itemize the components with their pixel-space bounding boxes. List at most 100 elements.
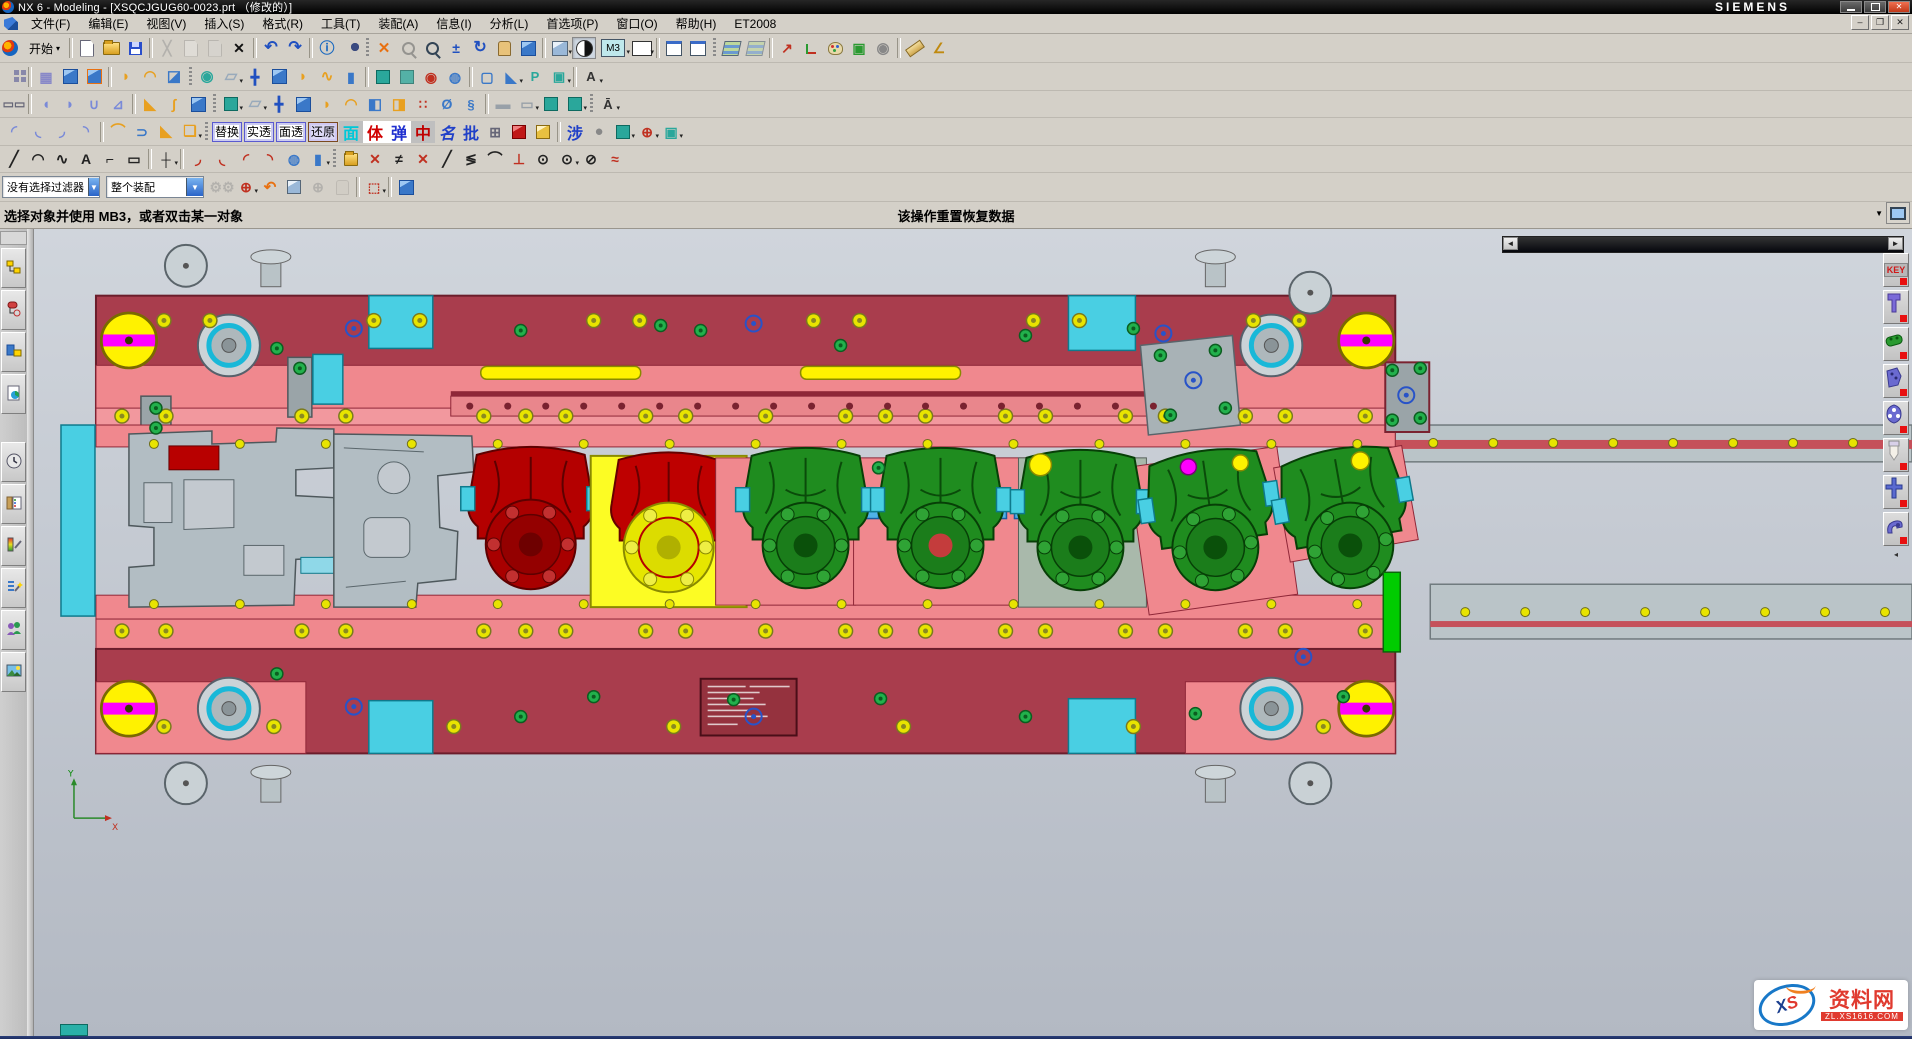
pattern-icon[interactable]: ∷ xyxy=(411,93,435,115)
scroll-right-button[interactable]: ► xyxy=(1888,237,1903,250)
subtract-icon[interactable] xyxy=(395,66,419,88)
information-icon[interactable]: ⓘ xyxy=(315,37,339,59)
dowel-fastener[interactable] xyxy=(873,462,885,474)
boltS-fastener[interactable] xyxy=(1881,608,1890,617)
toolbar-drag-handle[interactable] xyxy=(205,122,208,142)
boltS-fastener[interactable] xyxy=(407,600,416,609)
datum2-icon[interactable]: ╋ xyxy=(267,93,291,115)
pan-sel-icon[interactable] xyxy=(330,176,354,198)
teal-b-icon[interactable]: ▾ xyxy=(563,93,587,115)
boltY-fastener[interactable] xyxy=(587,314,601,328)
resource-scene-icon[interactable] xyxy=(1,652,26,692)
flange-g-icon[interactable]: ◣ xyxy=(154,121,178,143)
pilot-yellow-2[interactable] xyxy=(1232,455,1248,471)
boltY-fastener[interactable] xyxy=(667,720,681,734)
intersect-curve-icon[interactable]: ⊥ xyxy=(507,148,531,170)
dowel-fastener[interactable] xyxy=(1337,691,1349,703)
boltS-fastener[interactable] xyxy=(1095,600,1104,609)
dowel-fastener[interactable] xyxy=(271,668,283,680)
boltS-fastener[interactable] xyxy=(1581,608,1590,617)
holeD-fastener[interactable] xyxy=(998,403,1005,410)
replace-view-icon[interactable]: ▣ xyxy=(847,37,871,59)
boltY-fastener[interactable] xyxy=(679,409,693,423)
datum-plane-icon[interactable]: ▱▾ xyxy=(219,66,243,88)
strip-sheet-a[interactable] xyxy=(129,428,337,607)
delete-icon[interactable]: ✕ xyxy=(227,37,251,59)
resource-constraint-navigator-icon[interactable] xyxy=(1,290,26,330)
offset-curve-icon[interactable]: ≶ xyxy=(459,148,483,170)
boltS-fastener[interactable] xyxy=(1641,608,1650,617)
auto-dimension-icon[interactable]: A▾ xyxy=(579,66,603,88)
boltY-fastener[interactable] xyxy=(1026,314,1040,328)
material-icon[interactable]: ◉ xyxy=(871,37,895,59)
boltY-fastener[interactable] xyxy=(447,720,461,734)
dowel-fastener[interactable] xyxy=(150,402,162,414)
boltY-fastener[interactable] xyxy=(1292,314,1306,328)
holeD-fastener[interactable] xyxy=(846,403,853,410)
circle-2-icon[interactable]: ⊙▾ xyxy=(555,148,579,170)
extrude-icon[interactable] xyxy=(267,66,291,88)
measure-angle-icon[interactable]: ∠ xyxy=(927,37,951,59)
menu-item-10[interactable]: 窗口(O) xyxy=(607,16,666,32)
holeD-fastener[interactable] xyxy=(1112,403,1119,410)
insert-template-button[interactable] xyxy=(1883,327,1909,361)
circle-1-icon[interactable]: ⊙ xyxy=(531,148,555,170)
extrude2-icon[interactable] xyxy=(291,93,315,115)
rectangle-icon[interactable]: ▭ xyxy=(122,148,146,170)
mdi-close-button[interactable]: ✕ xyxy=(1891,15,1909,30)
sheet-icon[interactable]: ◪ xyxy=(162,66,186,88)
layer-settings-icon[interactable] xyxy=(719,37,743,59)
boltS-fastener[interactable] xyxy=(321,600,330,609)
boltS-fastener[interactable] xyxy=(751,600,760,609)
tilted-gauge-plate[interactable] xyxy=(1140,335,1240,435)
box-dd-icon[interactable]: ▣▾ xyxy=(659,121,683,143)
toolbar-drag-handle[interactable] xyxy=(333,149,336,169)
boltY-fastener[interactable] xyxy=(295,409,309,423)
boltS-fastener[interactable] xyxy=(1181,439,1190,448)
new-part-icon[interactable] xyxy=(75,37,99,59)
boltY-fastener[interactable] xyxy=(477,409,491,423)
pair-rect-icon[interactable]: ▭▭ xyxy=(2,93,26,115)
toolbar-drag-handle[interactable] xyxy=(213,94,216,114)
face-transparent-button[interactable]: 面透 xyxy=(276,122,306,142)
toolbar-drag-handle[interactable] xyxy=(189,67,192,87)
cylinder-icon[interactable]: ▮▾ xyxy=(306,148,330,170)
boltS-fastener[interactable] xyxy=(1095,439,1104,448)
close-button[interactable]: ✕ xyxy=(1888,1,1910,13)
boltY-fastener[interactable] xyxy=(1238,409,1252,423)
boltY-fastener[interactable] xyxy=(853,314,867,328)
point-icon[interactable]: ┼▾ xyxy=(154,148,178,170)
arc-icon[interactable]: ◠ xyxy=(26,148,50,170)
boltS-fastener[interactable] xyxy=(235,600,244,609)
boltY-fastener[interactable] xyxy=(1118,624,1132,638)
bend-3-icon[interactable]: ∪ xyxy=(82,93,106,115)
show-vector-icon[interactable]: ↗ xyxy=(775,37,799,59)
dowel-fastener[interactable] xyxy=(1019,330,1031,342)
bend-4-icon[interactable]: ⊿ xyxy=(106,93,130,115)
boltY-fastener[interactable] xyxy=(519,624,533,638)
through-curves-icon[interactable]: ◟ xyxy=(26,121,50,143)
red-cube-icon[interactable] xyxy=(507,121,531,143)
fold-icon[interactable]: ◣ xyxy=(138,93,162,115)
save-icon[interactable] xyxy=(123,37,147,59)
lower-die-plate[interactable] xyxy=(96,619,1395,753)
fillet-1-icon[interactable]: ◞ xyxy=(186,148,210,170)
sweep-b-icon[interactable]: ◠ xyxy=(138,66,162,88)
holeD-fastener[interactable] xyxy=(808,403,815,410)
boltY-fastener[interactable] xyxy=(839,624,853,638)
sweep-g1-icon[interactable]: ◗ xyxy=(315,93,339,115)
resource-system-materials-icon[interactable] xyxy=(1,484,26,524)
docked-bar[interactable]: ◄ ► xyxy=(1502,236,1904,253)
rotate-wcs-icon[interactable]: ⊕ xyxy=(306,176,330,198)
key-doc-icon[interactable] xyxy=(339,148,363,170)
mdi-restore-button[interactable]: ❐ xyxy=(1871,15,1889,30)
marquee-select-icon[interactable]: ⬚▾ xyxy=(362,176,386,198)
redo-icon[interactable]: ↷ xyxy=(283,37,307,59)
palette-collapse-icon[interactable]: ◂ xyxy=(1891,549,1901,559)
rotate-view-icon[interactable]: ↻ xyxy=(468,37,492,59)
boltS-fastener[interactable] xyxy=(493,439,502,448)
toolbar-drag-handle[interactable] xyxy=(366,38,369,58)
menu-item-4[interactable]: 格式(R) xyxy=(253,16,312,32)
swept-icon[interactable]: ∿ xyxy=(315,66,339,88)
solid-transparent-button[interactable]: 实透 xyxy=(244,122,274,142)
